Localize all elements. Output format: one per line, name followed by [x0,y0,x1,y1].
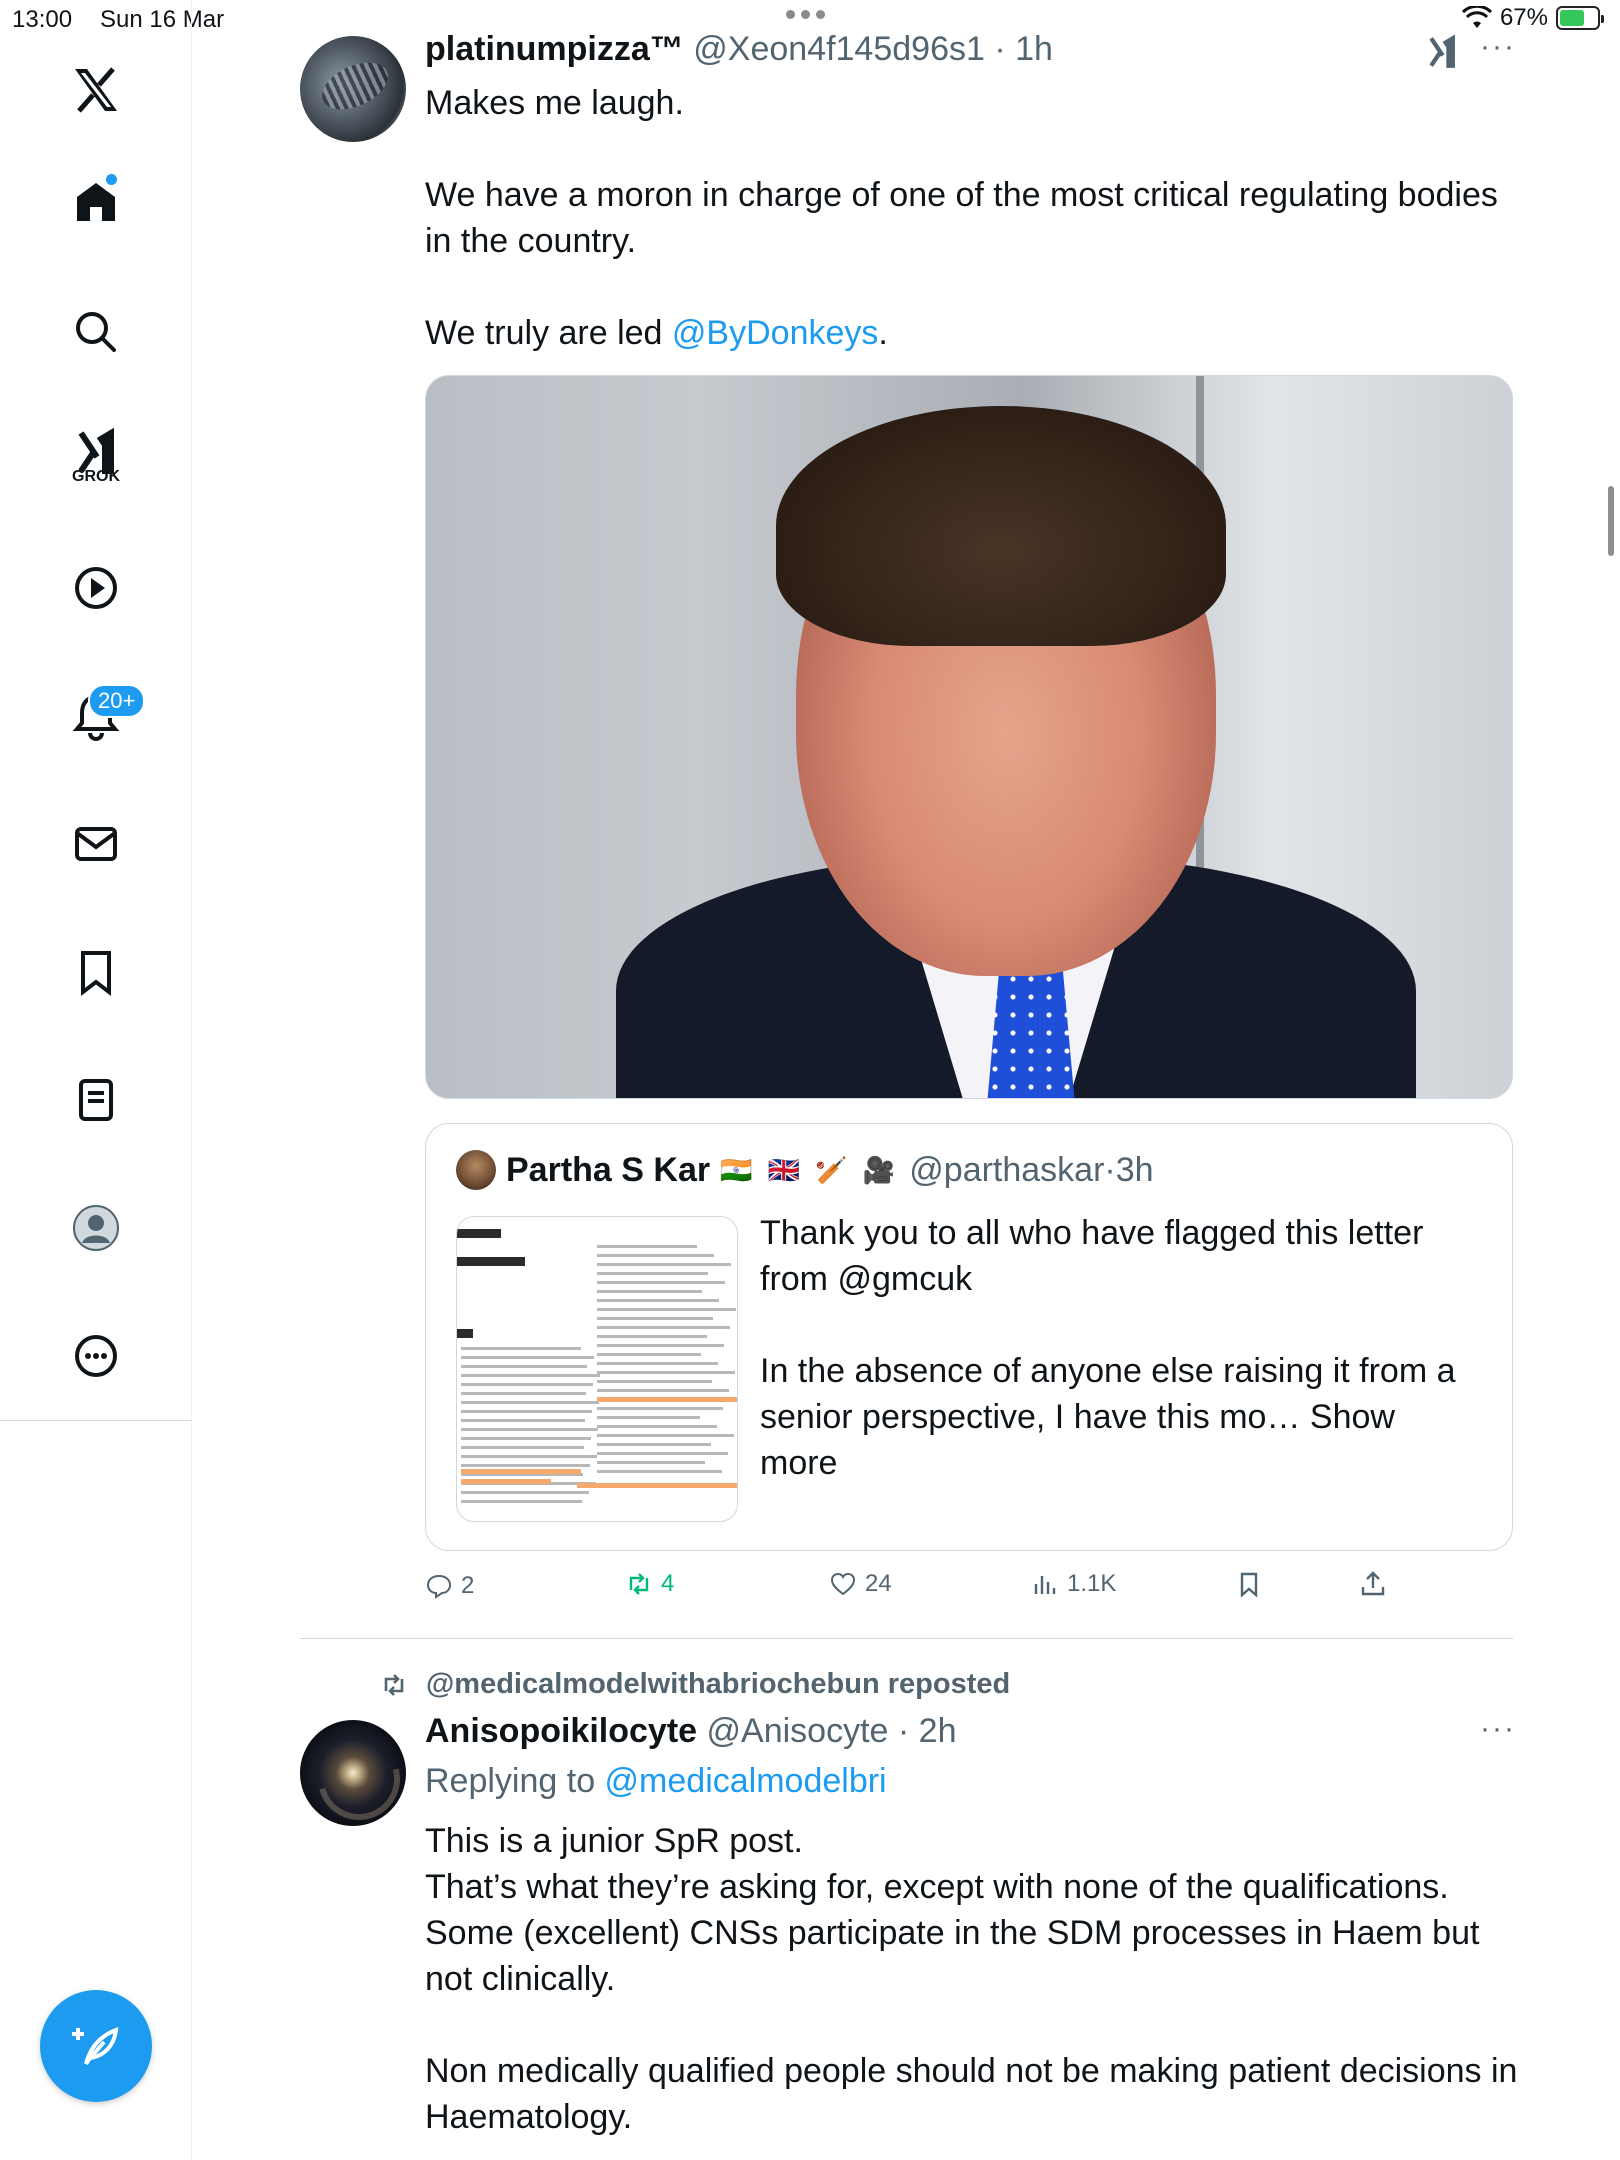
repost-context: @medicalmodelwithabriochebun reposted [378,1668,1010,1701]
handle[interactable]: @Xeon4f145d96s1 [693,30,985,68]
tweet-actions: 2 4 24 1.1K [425,1570,1425,1610]
quoted-tweet[interactable]: Partha S Kar 🇮🇳 🇬🇧 🏏 🎥 @parthaskar · 3h … [425,1123,1513,1551]
video-icon[interactable] [56,548,136,628]
mention-link[interactable]: @ByDonkeys [672,314,878,352]
quoted-text-line: In the absence of anyone else raising it… [760,1348,1480,1486]
sidebar: GROK 20+ [0,0,192,2160]
battery-icon [1556,6,1604,30]
tweet-text-line: We truly are led @ByDonkeys. [425,310,1505,356]
tweet-text: . [878,314,888,352]
heart-icon [830,1572,856,1596]
status-right: 67% [1461,4,1604,32]
reply-icon [426,1574,452,1599]
wifi-icon [1461,6,1492,28]
quoted-tweet-header: Partha S Kar 🇮🇳 🇬🇧 🏏 🎥 @parthaskar · 3h [456,1150,1154,1190]
compose-icon [72,2026,119,2066]
repost-by[interactable]: @medicalmodelwithabriochebun reposted [426,1668,1010,1701]
tweet-header: platinumpizza™ @Xeon4f145d96s1 · 1h [425,30,1053,69]
reply-mention-link[interactable]: @medicalmodelbri [605,1762,887,1800]
quoted-display-name: Partha S Kar [506,1150,711,1189]
repost-button[interactable]: 4 [625,1570,674,1598]
home-unread-dot [106,174,117,185]
dot-separator: · [984,30,1016,68]
tweet-text-line: Non medically qualified people should no… [425,2052,1518,2136]
dot-separator: · [888,1712,919,1750]
quoted-avatar [456,1150,496,1190]
avatar[interactable] [300,36,406,142]
replying-to: Replying to @medicalmodelbri [425,1762,887,1801]
sidebar-divider [0,1420,192,1421]
display-name[interactable]: platinumpizza™ [425,30,684,68]
messages-icon[interactable] [56,804,136,884]
grok-label: GROK [72,468,120,485]
handle[interactable]: @Anisocyte [707,1712,889,1750]
share-button[interactable] [1359,1570,1387,1598]
tweet-separator [300,1638,1513,1639]
like-count: 24 [865,1570,892,1597]
tweet-text-line: Makes me laugh. [425,84,684,122]
repost-count: 4 [661,1570,675,1597]
compose-button[interactable] [40,1990,152,2102]
search-icon[interactable] [56,292,136,372]
bookmark-button[interactable] [1235,1570,1263,1598]
avatar[interactable] [300,1720,406,1826]
like-button[interactable]: 24 [829,1570,892,1598]
quoted-handle: @parthaskar [909,1150,1105,1189]
more-options-icon[interactable]: ··· [1480,1712,1516,1746]
replying-to-label: Replying to [425,1762,605,1800]
tweet-text-line: This is a junior SpR post. [425,1822,803,1860]
lists-icon[interactable] [56,1060,136,1140]
bookmarks-icon[interactable] [56,932,136,1012]
tweet-photo[interactable] [425,375,1513,1099]
reply-button[interactable]: 2 [425,1572,474,1600]
home-icon[interactable] [56,162,136,242]
display-name[interactable]: Anisopoikilocyte [425,1712,697,1750]
multitasking-dots[interactable] [786,10,825,19]
dot-separator: · [1104,1150,1116,1189]
profile-icon[interactable] [56,1188,136,1268]
tweet-text: We truly are led [425,314,672,352]
timestamp[interactable]: 2h [919,1712,957,1750]
repost-icon [629,1573,649,1595]
views-button[interactable]: 1.1K [1031,1570,1116,1598]
share-icon [1361,1571,1385,1596]
tweet-text-line: That’s what they’re asking for, except w… [425,1868,1449,1906]
grok-icon[interactable]: GROK [56,412,136,492]
scrollbar-thumb[interactable] [1608,486,1614,556]
battery-percent: 67% [1499,4,1548,31]
timestamp[interactable]: 1h [1015,30,1053,68]
quoted-timestamp: 3h [1115,1150,1154,1189]
tweet-text-line: Some (excellent) CNSs participate in the… [425,1914,1480,1998]
quoted-document-thumbnail[interactable] [456,1216,738,1522]
tweet-header: Anisopoikilocyte @Anisocyte · 2h [425,1712,956,1751]
x-logo-icon[interactable] [56,50,136,130]
repost-icon [384,1673,404,1696]
views-icon [1034,1576,1056,1594]
tweet-text-line: We have a moron in charge of one of the … [425,176,1498,260]
notifications-badge: 20+ [88,684,146,718]
quoted-emojis: 🇮🇳 🇬🇧 🏏 🎥 [720,1154,900,1185]
more-options-icon[interactable]: ··· [1480,30,1516,64]
bookmark-icon [1240,1572,1258,1598]
views-count: 1.1K [1067,1570,1117,1597]
quoted-text-line: Thank you to all who have flagged this l… [760,1214,1424,1298]
reply-count: 2 [461,1572,475,1599]
more-icon[interactable] [56,1316,136,1396]
grok-explain-icon[interactable] [1424,34,1460,70]
